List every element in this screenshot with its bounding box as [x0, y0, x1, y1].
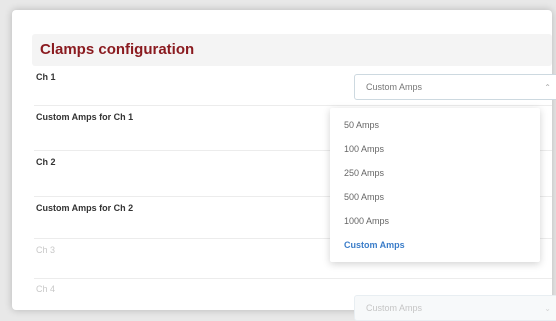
ch1-select-value: Custom Amps	[366, 82, 423, 92]
page-title: Clamps configuration	[40, 41, 195, 58]
row-ch1: Ch 1 Custom Amps ⌃	[34, 68, 556, 106]
label-ch4: Ch 4	[36, 284, 56, 294]
option-250-amps[interactable]: 250 Amps	[344, 168, 384, 178]
section-header: Clamps configuration	[32, 34, 552, 66]
row-ch4: Ch 4 Custom Amps ⌄	[36, 279, 556, 321]
chevron-down-icon: ⌄	[544, 304, 551, 313]
option-500-amps[interactable]: 500 Amps	[344, 192, 384, 202]
label-custom-amps-ch2: Custom Amps for Ch 2	[36, 203, 134, 213]
option-custom-amps[interactable]: Custom Amps	[344, 240, 405, 250]
label-ch2: Ch 2	[36, 157, 56, 167]
option-1000-amps[interactable]: 1000 Amps	[344, 216, 389, 226]
option-50-amps[interactable]: 50 Amps	[344, 120, 379, 130]
chevron-down-icon: ⌃	[544, 83, 551, 92]
ch4-select-value: Custom Amps	[366, 303, 423, 313]
ch1-dropdown-menu: 50 Amps 100 Amps 250 Amps 500 Amps 1000 …	[330, 108, 540, 262]
option-100-amps[interactable]: 100 Amps	[344, 144, 384, 154]
label-ch3: Ch 3	[36, 245, 56, 255]
ch1-select[interactable]: Custom Amps ⌃	[354, 74, 556, 100]
label-ch1: Ch 1	[36, 72, 56, 82]
ch4-select: Custom Amps ⌄	[354, 295, 556, 321]
label-custom-amps-ch1: Custom Amps for Ch 1	[36, 112, 134, 122]
